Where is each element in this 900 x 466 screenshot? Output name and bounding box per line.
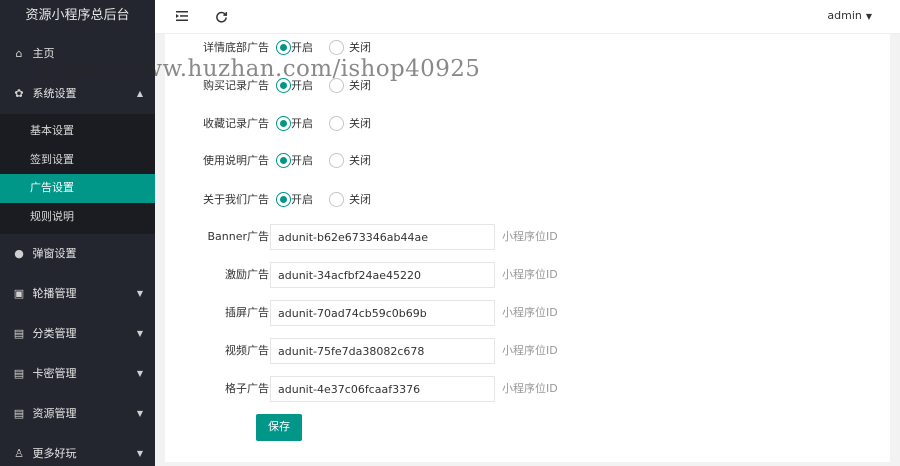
chevron-down-icon: ▼ bbox=[136, 369, 143, 378]
radio-on-label: 开启 bbox=[291, 41, 313, 54]
sidebar-item-label: 弹窗设置 bbox=[32, 247, 77, 260]
radio-on-label: 开启 bbox=[291, 154, 313, 167]
sidebar-item-label: 资源管理 bbox=[32, 407, 77, 420]
form-row-favorites-ad: 收藏记录广告 开启 关闭 bbox=[165, 111, 890, 137]
radio-on-label: 开启 bbox=[291, 79, 313, 92]
field-hint: 小程序位ID bbox=[502, 230, 558, 243]
form-row-detail-ad: 详情底部广告 开启 关闭 bbox=[165, 35, 890, 61]
banner-ad-id-input[interactable] bbox=[270, 224, 495, 250]
top-header: admin ▼ bbox=[155, 0, 900, 34]
field-label: 使用说明广告 bbox=[203, 154, 269, 167]
app-title: 资源小程序总后台 bbox=[0, 0, 155, 34]
field-hint: 小程序位ID bbox=[502, 344, 558, 357]
radio-off-label: 关闭 bbox=[349, 193, 371, 206]
radio-off[interactable] bbox=[329, 78, 344, 93]
sidebar-item-label: 轮播管理 bbox=[32, 287, 77, 300]
radio-off[interactable] bbox=[329, 116, 344, 131]
form-row-grid-ad: 格子广告 小程序位ID bbox=[165, 376, 890, 402]
category-icon: ▤ bbox=[13, 327, 25, 340]
field-label: Banner广告 bbox=[207, 230, 269, 243]
chevron-up-icon: ▲ bbox=[136, 89, 143, 98]
sidebar-item-carousel[interactable]: ▣ 轮播管理 ▼ bbox=[0, 274, 155, 314]
field-hint: 小程序位ID bbox=[502, 382, 558, 395]
sidebar-item-home[interactable]: ⌂ 主页 bbox=[0, 34, 155, 74]
field-label: 购买记录广告 bbox=[203, 79, 269, 92]
refresh-icon[interactable] bbox=[215, 0, 228, 34]
image-icon: ▣ bbox=[13, 287, 25, 300]
sidebar-item-popup[interactable]: ● 弹窗设置 bbox=[0, 234, 155, 274]
chevron-down-icon: ▼ bbox=[136, 329, 143, 338]
chevron-down-icon: ▼ bbox=[136, 289, 143, 298]
user-icon: ♙ bbox=[14, 447, 24, 460]
main-content: 详情底部广告 开启 关闭 购买记录广告 开启 关闭 收藏记录广告 开启 关闭 使… bbox=[155, 34, 900, 466]
chevron-down-icon: ▼ bbox=[136, 449, 143, 458]
radio-on[interactable] bbox=[276, 153, 291, 168]
form-row-purchase-ad: 购买记录广告 开启 关闭 bbox=[165, 73, 890, 99]
home-icon: ⌂ bbox=[15, 47, 23, 60]
sidebar-item-system-settings[interactable]: ✿ 系统设置 ▲ bbox=[0, 74, 155, 114]
sidebar-item-more-fun[interactable]: ♙ 更多好玩 ▼ bbox=[0, 434, 155, 466]
gear-icon: ✿ bbox=[14, 87, 24, 100]
sidebar-item-label: 分类管理 bbox=[32, 327, 77, 340]
card-icon: ▤ bbox=[13, 367, 25, 380]
form-row-interstitial-ad: 插屏广告 小程序位ID bbox=[165, 300, 890, 326]
sidebar-item-label: 卡密管理 bbox=[32, 367, 77, 380]
form-row-video-ad: 视频广告 小程序位ID bbox=[165, 338, 890, 364]
radio-on[interactable] bbox=[276, 192, 291, 207]
radio-on[interactable] bbox=[276, 40, 291, 55]
sidebar-item-label: 主页 bbox=[32, 47, 55, 60]
save-button[interactable]: 保存 bbox=[256, 414, 302, 441]
reward-ad-id-input[interactable] bbox=[270, 262, 495, 288]
menu-collapse-icon[interactable] bbox=[175, 0, 189, 34]
field-label: 关于我们广告 bbox=[203, 193, 269, 206]
form-row-banner-ad: Banner广告 小程序位ID bbox=[165, 224, 890, 250]
sidebar-item-category[interactable]: ▤ 分类管理 ▼ bbox=[0, 314, 155, 354]
radio-off-label: 关闭 bbox=[349, 154, 371, 167]
sidebar-subitem-signin[interactable]: 签到设置 bbox=[0, 146, 155, 175]
user-menu[interactable]: admin ▼ bbox=[827, 0, 872, 32]
radio-off[interactable] bbox=[329, 40, 344, 55]
chevron-down-icon: ▼ bbox=[136, 409, 143, 418]
field-hint: 小程序位ID bbox=[502, 268, 558, 281]
field-label: 详情底部广告 bbox=[203, 41, 269, 54]
ad-settings-form: 详情底部广告 开启 关闭 购买记录广告 开启 关闭 收藏记录广告 开启 关闭 使… bbox=[165, 34, 890, 462]
radio-off-label: 关闭 bbox=[349, 79, 371, 92]
form-row-about-ad: 关于我们广告 开启 关闭 bbox=[165, 187, 890, 213]
form-row-instructions-ad: 使用说明广告 开启 关闭 bbox=[165, 148, 890, 174]
radio-on-label: 开启 bbox=[291, 193, 313, 206]
sidebar-subitem-rules[interactable]: 规则说明 bbox=[0, 203, 155, 232]
radio-off-label: 关闭 bbox=[349, 117, 371, 130]
radio-on[interactable] bbox=[276, 78, 291, 93]
radio-off[interactable] bbox=[329, 192, 344, 207]
sidebar-item-label: 系统设置 bbox=[32, 87, 77, 100]
video-ad-id-input[interactable] bbox=[270, 338, 495, 364]
radio-off-label: 关闭 bbox=[349, 41, 371, 54]
sidebar-item-label: 更多好玩 bbox=[32, 447, 77, 460]
field-label: 收藏记录广告 bbox=[203, 117, 269, 130]
system-settings-submenu: 基本设置 签到设置 广告设置 规则说明 bbox=[0, 114, 155, 234]
field-label: 格子广告 bbox=[225, 382, 269, 395]
sidebar-subitem-ads[interactable]: 广告设置 bbox=[0, 174, 155, 203]
radio-on[interactable] bbox=[276, 116, 291, 131]
sidebar-subitem-basic[interactable]: 基本设置 bbox=[0, 117, 155, 146]
field-label: 视频广告 bbox=[225, 344, 269, 357]
caret-down-icon: ▼ bbox=[865, 12, 872, 21]
sidebar-item-resources[interactable]: ▤ 资源管理 ▼ bbox=[0, 394, 155, 434]
form-row-reward-ad: 激励广告 小程序位ID bbox=[165, 262, 890, 288]
field-label: 插屏广告 bbox=[225, 306, 269, 319]
dot-icon: ● bbox=[14, 247, 24, 260]
field-label: 激励广告 bbox=[225, 268, 269, 281]
interstitial-ad-id-input[interactable] bbox=[270, 300, 495, 326]
field-hint: 小程序位ID bbox=[502, 306, 558, 319]
radio-on-label: 开启 bbox=[291, 117, 313, 130]
sidebar: 资源小程序总后台 ⌂ 主页 ✿ 系统设置 ▲ 基本设置 签到设置 广告设置 规则… bbox=[0, 0, 155, 466]
user-name: admin bbox=[827, 9, 862, 22]
resource-icon: ▤ bbox=[13, 407, 25, 420]
grid-ad-id-input[interactable] bbox=[270, 376, 495, 402]
radio-off[interactable] bbox=[329, 153, 344, 168]
sidebar-item-card-keys[interactable]: ▤ 卡密管理 ▼ bbox=[0, 354, 155, 394]
